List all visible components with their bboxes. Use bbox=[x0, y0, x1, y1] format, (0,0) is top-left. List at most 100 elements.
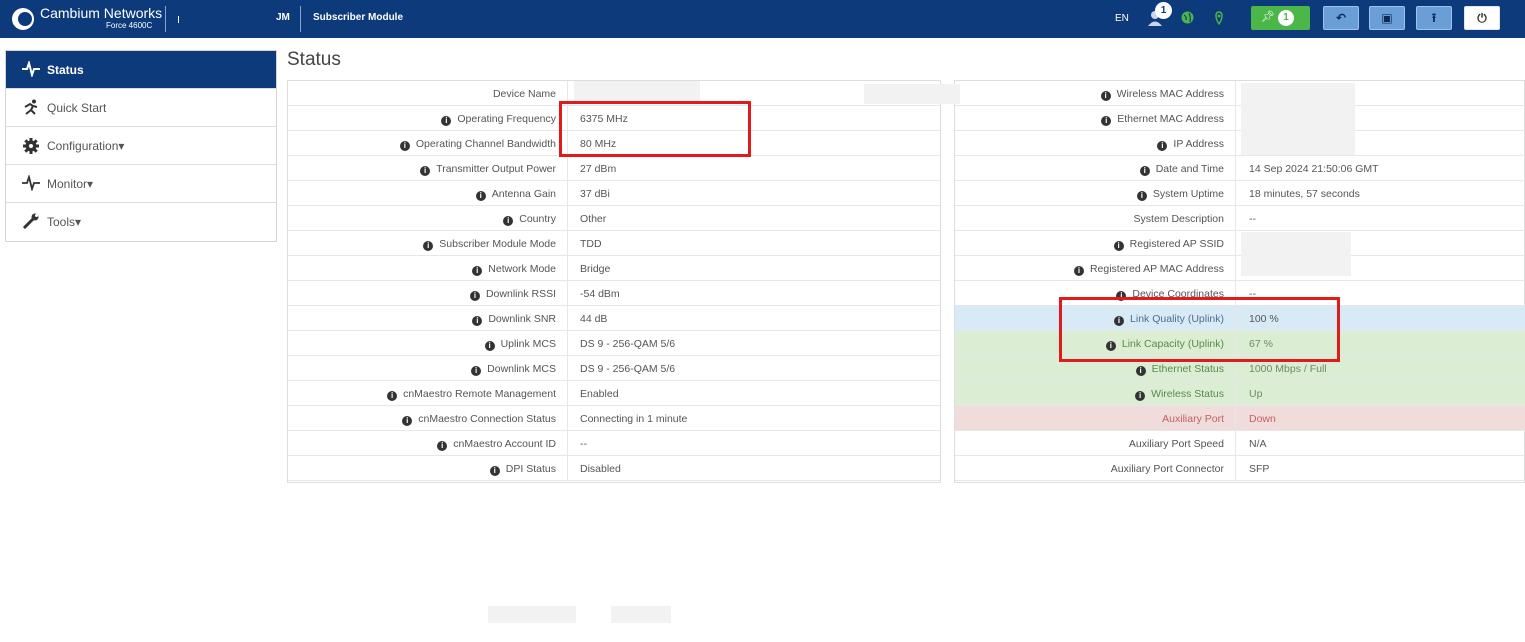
field-label: Auxiliary Port Speed bbox=[955, 438, 1224, 450]
info-icon[interactable]: i bbox=[503, 216, 514, 226]
info-icon[interactable]: i bbox=[1157, 141, 1168, 151]
header-divider bbox=[165, 6, 166, 32]
highlight-link-quality-capacity bbox=[1059, 297, 1340, 362]
sidebar-item-configuration[interactable]: Configuration▾ bbox=[6, 127, 276, 165]
field-label: i Downlink MCS bbox=[288, 363, 556, 376]
sidebar-item-quick-start[interactable]: Quick Start bbox=[6, 89, 276, 127]
info-icon[interactable]: i bbox=[387, 391, 398, 401]
field-label-text: Date and Time bbox=[1155, 163, 1224, 175]
info-icon[interactable]: i bbox=[469, 291, 480, 301]
field-label-text: Transmitter Output Power bbox=[436, 163, 556, 175]
brand-name: Cambium Networks bbox=[40, 5, 163, 21]
column-divider bbox=[567, 356, 568, 380]
info-icon[interactable]: i bbox=[1101, 116, 1112, 126]
field-label-text: cnMaestro Connection Status bbox=[418, 413, 556, 425]
column-divider bbox=[567, 156, 568, 180]
field-label: i Ethernet MAC Address bbox=[955, 113, 1224, 126]
field-label: i Operating Channel Bandwidth bbox=[288, 138, 556, 151]
column-divider bbox=[567, 256, 568, 280]
info-icon[interactable]: i bbox=[1135, 391, 1146, 401]
field-value: Disabled bbox=[580, 463, 621, 475]
field-value: -- bbox=[1249, 213, 1256, 225]
table-row-country: i Country Other bbox=[288, 206, 940, 231]
notification-count-badge: 1 bbox=[1278, 10, 1294, 26]
info-icon[interactable]: i bbox=[1139, 166, 1150, 176]
field-label: i Registered AP SSID bbox=[955, 238, 1224, 251]
field-label-text: Uplink MCS bbox=[500, 338, 556, 350]
header-divider bbox=[178, 16, 179, 23]
column-divider bbox=[1235, 106, 1236, 130]
table-row-wireless-mac-address: i Wireless MAC Address bbox=[955, 81, 1525, 106]
info-icon[interactable]: i bbox=[1113, 241, 1124, 251]
sidebar-item-tools[interactable]: Tools▾ bbox=[6, 203, 276, 241]
column-divider bbox=[567, 406, 568, 430]
info-icon[interactable]: i bbox=[437, 441, 448, 451]
table-row-uplink-mcs: i Uplink MCS DS 9 - 256-QAM 5/6 bbox=[288, 331, 940, 356]
network-status-table: i Wireless MAC Address i Ethernet MAC Addre… bbox=[954, 80, 1525, 483]
info-icon[interactable]: i bbox=[441, 116, 452, 126]
reboot-button[interactable]: ⭱ bbox=[1416, 6, 1452, 30]
field-value: TDD bbox=[580, 238, 602, 250]
info-icon[interactable]: i bbox=[402, 416, 413, 426]
power-button[interactable]: ⏻ bbox=[1464, 6, 1500, 30]
alert-count-badge[interactable]: 1 bbox=[1155, 2, 1172, 19]
info-icon[interactable]: i bbox=[423, 241, 434, 251]
field-label: i Downlink RSSI bbox=[288, 288, 556, 301]
table-row-downlink-mcs: i Downlink MCS DS 9 - 256-QAM 5/6 bbox=[288, 356, 940, 381]
language-selector[interactable]: EN bbox=[1115, 13, 1129, 24]
field-value: 1000 Mbps / Full bbox=[1249, 363, 1327, 375]
field-label-text: System Uptime bbox=[1152, 188, 1224, 200]
field-label-text: Registered AP MAC Address bbox=[1089, 263, 1224, 275]
location-icon[interactable] bbox=[1214, 11, 1224, 28]
field-value: DS 9 - 256-QAM 5/6 bbox=[580, 338, 676, 350]
globe-icon[interactable] bbox=[1181, 11, 1194, 27]
field-value: 37 dBi bbox=[580, 188, 610, 200]
field-label-text: Ethernet Status bbox=[1151, 363, 1224, 375]
info-icon[interactable]: i bbox=[484, 341, 495, 351]
info-icon[interactable]: i bbox=[472, 266, 483, 276]
field-value: 14 Sep 2024 21:50:06 GMT bbox=[1249, 163, 1379, 175]
table-row-auxiliary-port: Auxiliary Port Down bbox=[955, 406, 1525, 431]
page-title: Status bbox=[287, 49, 341, 70]
field-label-text: Wireless Status bbox=[1151, 388, 1224, 400]
power-icon: ⏻ bbox=[1477, 11, 1487, 25]
info-icon[interactable]: i bbox=[472, 316, 483, 326]
field-label-text: Subscriber Module Mode bbox=[439, 238, 556, 250]
info-icon[interactable]: i bbox=[420, 166, 431, 176]
column-divider bbox=[567, 431, 568, 455]
sidebar-item-label: Monitor▾ bbox=[47, 177, 94, 191]
info-icon[interactable]: i bbox=[1136, 191, 1147, 201]
sidebar-item-label: Tools▾ bbox=[47, 215, 82, 229]
undo-button[interactable]: ↶ bbox=[1323, 6, 1359, 30]
field-label-text: Operating Frequency bbox=[457, 113, 556, 125]
info-icon[interactable]: i bbox=[489, 466, 500, 476]
cambium-logo[interactable]: Cambium Networks Force 4600C bbox=[6, 3, 176, 35]
notification-button[interactable]: 📌︎ 1 bbox=[1251, 6, 1310, 30]
info-icon[interactable]: i bbox=[1100, 91, 1111, 101]
info-icon[interactable]: i bbox=[399, 141, 410, 151]
info-icon[interactable]: i bbox=[1073, 266, 1084, 276]
field-label: i Wireless Status bbox=[955, 388, 1224, 401]
table-row-network-mode: i Network Mode Bridge bbox=[288, 256, 940, 281]
sidebar-item-status[interactable]: Status bbox=[6, 51, 276, 89]
save-button[interactable]: ▣ bbox=[1369, 6, 1405, 30]
field-label-text: DPI Status bbox=[505, 463, 556, 475]
field-label: i Date and Time bbox=[955, 163, 1224, 176]
field-label: i cnMaestro Account ID bbox=[288, 438, 556, 451]
chevron-down-icon: ▾ bbox=[118, 139, 125, 153]
column-divider bbox=[1235, 381, 1236, 405]
column-divider bbox=[1235, 231, 1236, 255]
info-icon[interactable]: i bbox=[475, 191, 486, 201]
highlight-frequency-bandwidth bbox=[559, 101, 751, 157]
field-label: i Subscriber Module Mode bbox=[288, 238, 556, 251]
sidebar-item-monitor[interactable]: Monitor▾ bbox=[6, 165, 276, 203]
field-label: i cnMaestro Connection Status bbox=[288, 413, 556, 426]
table-row-ip-address: i IP Address bbox=[955, 131, 1525, 156]
field-label-text: Downlink RSSI bbox=[485, 288, 556, 300]
info-icon[interactable]: i bbox=[1135, 366, 1146, 376]
column-divider bbox=[567, 306, 568, 330]
top-bar: Cambium Networks Force 4600C JM Subscrib… bbox=[0, 0, 1525, 38]
info-icon[interactable]: i bbox=[471, 366, 482, 376]
field-label-text: cnMaestro Account ID bbox=[453, 438, 556, 450]
field-label: i Downlink SNR bbox=[288, 313, 556, 326]
